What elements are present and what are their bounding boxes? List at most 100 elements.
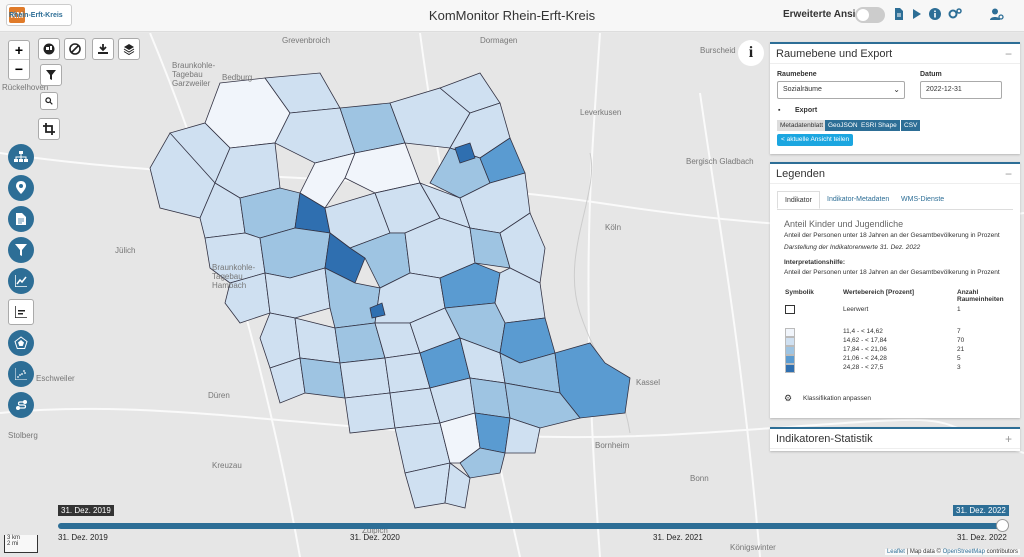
globe-button[interactable] bbox=[38, 38, 60, 60]
legend-panel-header[interactable]: Legenden − bbox=[770, 164, 1020, 184]
search-button[interactable] bbox=[40, 92, 58, 110]
place-label: Grevenbroich bbox=[282, 36, 331, 45]
map-scale: 3 km 2 mi bbox=[4, 535, 38, 553]
crop-icon bbox=[43, 123, 55, 138]
legend-swatch bbox=[785, 355, 795, 364]
extended-view-toggle[interactable] bbox=[855, 7, 885, 23]
place-label: Köln bbox=[605, 223, 622, 232]
place-label: Leverkusen bbox=[580, 108, 622, 117]
place-label: Bonn bbox=[690, 474, 709, 483]
collapse-icon[interactable]: − bbox=[1005, 167, 1012, 181]
level-select[interactable]: Sozialräume ⌄ bbox=[777, 81, 905, 99]
legend-range: 24,28 - < 27,5 bbox=[843, 364, 884, 371]
column-count-sub: Raumeinheiten bbox=[957, 296, 1004, 303]
tab-indicator-metadata[interactable]: Indikator-Metadaten bbox=[820, 191, 896, 209]
layers-button[interactable] bbox=[118, 38, 140, 60]
place-label: Bergisch Gladbach bbox=[686, 157, 754, 166]
panel-title: Indikatoren-Statistik bbox=[776, 433, 873, 445]
filter-panel-button[interactable] bbox=[8, 237, 34, 263]
empty-value-swatch bbox=[785, 305, 795, 314]
timeline-handle[interactable] bbox=[996, 519, 1009, 532]
empty-value-label: Leerwert bbox=[843, 306, 869, 313]
legend-range: 14,62 - < 17,84 bbox=[843, 337, 887, 344]
zoom-in-button[interactable]: + bbox=[9, 41, 29, 60]
level-select-value: Sozialräume bbox=[783, 86, 822, 93]
layers-icon bbox=[123, 44, 135, 58]
empty-value-count: 1 bbox=[957, 306, 961, 313]
csv-button[interactable]: CSV bbox=[901, 120, 921, 131]
toggle-knob bbox=[857, 9, 869, 21]
map-marker-icon bbox=[16, 181, 26, 197]
info-button[interactable]: i bbox=[738, 40, 764, 66]
info-i-icon: i bbox=[748, 44, 754, 61]
timeline-tick: 31. Dez. 2022 bbox=[957, 533, 1007, 542]
draw-area-button[interactable] bbox=[38, 118, 60, 140]
route-icon bbox=[15, 400, 28, 414]
play-icon[interactable] bbox=[910, 8, 924, 22]
tab-indicator[interactable]: Indikator bbox=[777, 191, 820, 209]
ban-icon bbox=[69, 43, 81, 58]
tab-divider bbox=[777, 209, 1013, 210]
sitemap-icon bbox=[14, 151, 28, 166]
info-icon[interactable] bbox=[928, 8, 942, 22]
classify-link[interactable]: Klassifikation anpassen bbox=[803, 395, 871, 402]
osm-link[interactable]: OpenStreetMap bbox=[943, 549, 985, 555]
reachability-button[interactable] bbox=[8, 392, 34, 418]
scale-mi: 2 mi bbox=[7, 541, 19, 547]
zoom-out-button[interactable]: − bbox=[9, 60, 29, 79]
share-icon: < bbox=[781, 136, 785, 143]
export-label: Export bbox=[795, 107, 818, 114]
radar-icon bbox=[14, 336, 28, 353]
date-value: 2022-12-31 bbox=[926, 86, 962, 93]
geojson-button[interactable]: GeoJSON bbox=[825, 120, 861, 131]
place-label: Braunkohle-Tagebau Hambach bbox=[212, 263, 256, 290]
place-label: Dormagen bbox=[480, 36, 518, 45]
diagram-button[interactable] bbox=[8, 268, 34, 294]
funnel-icon bbox=[15, 244, 27, 259]
download-icon bbox=[97, 44, 109, 58]
raumebene-panel-header[interactable]: Raumebene und Export − bbox=[770, 44, 1020, 64]
metadata-sheet-button[interactable]: Metadatenblatt bbox=[777, 120, 827, 131]
document-icon[interactable] bbox=[892, 8, 906, 22]
clear-filter-button[interactable] bbox=[64, 38, 86, 60]
cogs-icon[interactable]: ⚙ bbox=[784, 393, 792, 404]
place-label: Bedburg bbox=[222, 73, 253, 82]
share-view-button[interactable]: < aktuelle Ansicht teilen bbox=[777, 134, 854, 146]
timeline-tick: 31. Dez. 2021 bbox=[653, 533, 703, 542]
indicator-name: Anteil Kinder und Jugendliche bbox=[784, 219, 904, 229]
statistics-panel-header[interactable]: Indikatoren-Statistik + bbox=[770, 429, 1020, 449]
timeline-track[interactable] bbox=[58, 523, 1003, 529]
location-button[interactable] bbox=[8, 175, 34, 201]
share-label: aktuelle Ansicht teilen bbox=[786, 136, 850, 143]
user-settings-icon[interactable] bbox=[990, 8, 1004, 22]
legend-swatch bbox=[785, 364, 795, 373]
legend-swatch bbox=[785, 337, 795, 346]
report-button[interactable] bbox=[8, 206, 34, 232]
level-label: Raumebene bbox=[777, 71, 817, 78]
filter-button[interactable] bbox=[40, 64, 62, 86]
place-label: Kreuzau bbox=[212, 461, 242, 470]
tab-wms-services[interactable]: WMS-Dienste bbox=[894, 191, 951, 209]
leaflet-link[interactable]: Leaflet bbox=[887, 549, 905, 555]
column-range: Wertebereich [Prozent] bbox=[843, 289, 915, 296]
scatter-button[interactable] bbox=[8, 361, 34, 387]
place-label: Kassel bbox=[636, 378, 661, 387]
chevron-down-icon: ⌄ bbox=[893, 85, 900, 94]
place-label: Burscheid bbox=[700, 46, 736, 55]
legend-count: 3 bbox=[957, 364, 961, 371]
esri-shape-button[interactable]: ESRI Shape bbox=[858, 120, 900, 131]
balance-button[interactable] bbox=[8, 299, 34, 325]
settings-icon[interactable] bbox=[948, 8, 962, 22]
date-input[interactable]: 2022-12-31 bbox=[920, 81, 1002, 99]
collapse-icon[interactable]: − bbox=[1005, 47, 1012, 61]
bar-chart-icon bbox=[14, 306, 27, 321]
radar-button[interactable] bbox=[8, 330, 34, 356]
line-chart-icon bbox=[14, 275, 27, 290]
spatial-hierarchy-button[interactable] bbox=[8, 144, 34, 170]
legend-swatch bbox=[785, 328, 795, 337]
legend-count: 7 bbox=[957, 328, 961, 335]
globe-icon bbox=[43, 43, 55, 58]
timeline-start-badge: 31. Dez. 2019 bbox=[58, 505, 114, 516]
expand-icon[interactable]: + bbox=[1005, 432, 1012, 446]
download-button[interactable] bbox=[92, 38, 114, 60]
